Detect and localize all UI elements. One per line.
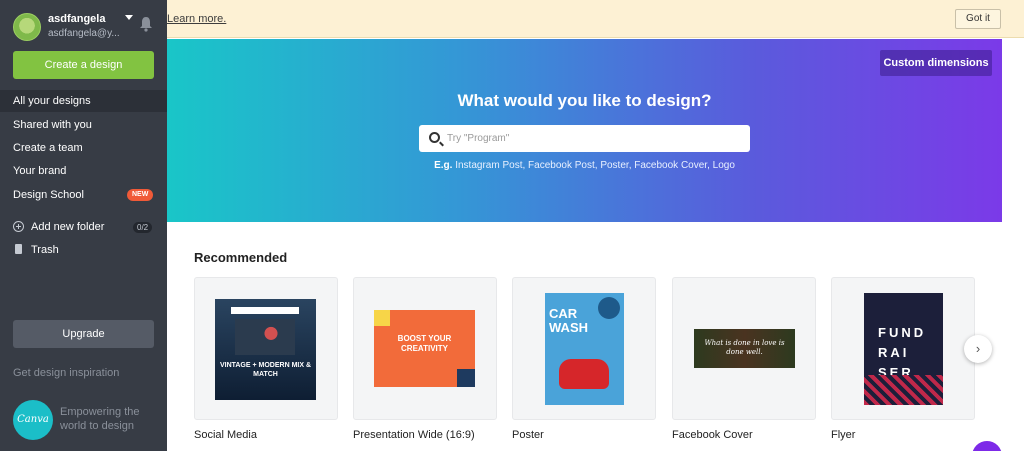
add-folder-label: Add new folder [31,221,105,233]
search-icon [429,132,440,143]
hero-title: What would you like to design? [457,91,712,110]
example-link-poster[interactable]: Poster [600,160,628,171]
got-it-button[interactable]: Got it [955,9,1001,29]
sidebar-item-label: Create a team [13,142,83,154]
sidebar-item-design-school[interactable]: Design School NEW [0,184,167,206]
thumbnail-text: FUND RAI SER [878,325,927,380]
example-link-logo[interactable]: Logo [713,160,735,171]
user-name: asdfangela [48,13,106,25]
bell-icon[interactable] [139,16,153,32]
upgrade-button[interactable]: Upgrade [13,320,154,348]
sidebar-item-label: Design School [13,189,84,201]
card-label[interactable]: Flyer [831,429,855,441]
template-thumbnail: What is done in love is done well. [694,329,795,368]
recommended-heading: Recommended [194,250,288,265]
thumbnail-text: VINTAGE + MODERN MIX & MATCH [219,362,312,378]
card-label[interactable]: Presentation Wide (16:9) [353,429,475,441]
trash-button[interactable]: Trash [13,243,154,257]
thumbnail-text: CAR WASH [549,306,588,335]
sidebar-item-label: All your designs [13,95,91,107]
example-link-instagram-post[interactable]: Instagram Post [455,160,522,171]
sidebar-item-all-designs[interactable]: All your designs [0,90,178,112]
search-box[interactable] [419,125,750,152]
sidebar-item-shared[interactable]: Shared with you [0,114,167,136]
help-chat-button[interactable] [972,441,1002,451]
chevron-down-icon[interactable] [125,15,133,20]
hero-banner: Custom dimensions What would you like to… [167,39,1002,222]
examples-line: E.g. Instagram Post, Facebook Post, Post… [434,160,735,171]
card-label[interactable]: Poster [512,429,544,441]
avatar[interactable] [13,13,41,41]
thumbnail-text: BOOST YOUR CREATIVITY [397,334,452,353]
examples-label: E.g. [434,160,453,171]
template-thumbnail: VINTAGE + MODERN MIX & MATCH [215,299,316,400]
card-label[interactable]: Facebook Cover [672,429,753,441]
tagline: Empowering the world to design [60,406,140,432]
design-card-presentation[interactable]: BOOST YOUR CREATIVITY [353,277,497,420]
plus-circle-icon [13,221,24,232]
design-card-social-media[interactable]: VINTAGE + MODERN MIX & MATCH [194,277,338,420]
sidebar-item-your-brand[interactable]: Your brand [0,160,167,182]
chevron-right-icon[interactable]: › [964,335,992,363]
add-folder-button[interactable]: Add new folder 0/2 [13,220,154,234]
design-card-flyer[interactable]: FUND RAI SER [831,277,975,420]
notification-bar: Learn more. Got it [167,0,1024,38]
sidebar-item-label: Shared with you [13,119,92,131]
folder-count-badge: 0/2 [133,222,153,233]
thumbnail-text: What is done in love is done well. [704,339,785,356]
scrollbar[interactable] [1002,39,1024,451]
design-card-poster[interactable]: CAR WASH [512,277,656,420]
example-link-facebook-cover[interactable]: Facebook Cover [634,160,707,171]
template-thumbnail: BOOST YOUR CREATIVITY [374,310,475,387]
sidebar-item-create-team[interactable]: Create a team [0,137,167,159]
card-label[interactable]: Social Media [194,429,257,441]
trash-label: Trash [31,244,59,256]
example-link-facebook-post[interactable]: Facebook Post [528,160,595,171]
sidebar: asdfangela asdfangela@y... Create a desi… [0,0,178,451]
design-card-facebook-cover[interactable]: What is done in love is done well. [672,277,816,420]
design-inspiration-link[interactable]: Get design inspiration [13,367,119,379]
trash-icon [15,244,22,254]
template-thumbnail: CAR WASH [545,293,624,405]
create-design-button[interactable]: Create a design [13,51,154,79]
search-input[interactable] [447,129,737,148]
sidebar-item-label: Your brand [13,165,67,177]
custom-dimensions-button[interactable]: Custom dimensions [880,50,992,76]
canva-logo[interactable]: Canva [13,400,53,440]
template-thumbnail: FUND RAI SER [864,293,943,405]
new-badge: NEW [127,189,154,201]
learn-more-link[interactable]: Learn more. [167,13,226,25]
user-email: asdfangela@y... [48,28,120,39]
